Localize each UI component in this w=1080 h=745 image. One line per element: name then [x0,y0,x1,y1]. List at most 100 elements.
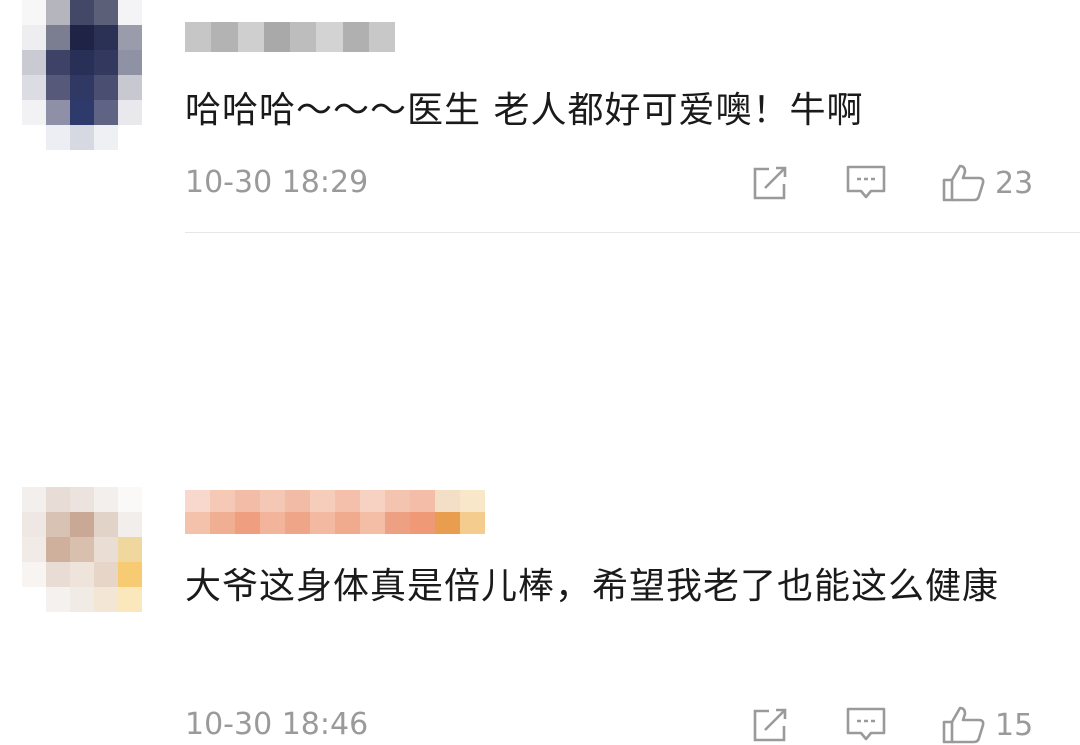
mosaic-tile [70,487,94,512]
mosaic-tile [46,562,70,587]
mosaic-tile [385,512,410,534]
mosaic-tile [410,512,435,534]
mosaic-tile [22,50,46,75]
mosaic-tile [70,0,94,25]
mosaic-tile [335,490,360,512]
mosaic-tile [70,537,94,562]
share-icon [750,706,790,744]
username-blurred[interactable] [185,490,485,534]
mosaic-tile [290,22,317,52]
like-count: 15 [995,707,1034,743]
mosaic-tile [70,50,94,75]
reply-button[interactable] [845,705,887,745]
mosaic-tile [118,50,142,75]
mosaic-tile [211,22,238,52]
mosaic-tile [46,487,70,512]
mosaic-tile [118,512,142,537]
mosaic-tile [410,490,435,512]
mosaic-tile [235,512,260,534]
mosaic-tile [118,562,142,587]
mosaic-tile [460,490,485,512]
comment-item[interactable]: 哈哈哈～～～医生 老人都好可爱噢！牛啊 10-30 18:29 23 [0,0,1080,232]
mosaic-tile [118,75,142,100]
reply-icon [845,706,887,744]
mosaic-tile [342,22,369,52]
mosaic-tile [46,0,70,25]
comment-meta: 10-30 18:29 23 [185,163,1044,203]
mosaic-tile [118,0,142,25]
mosaic-tile [70,25,94,50]
mosaic-tile [22,125,46,150]
mosaic-tile [310,490,335,512]
mosaic-tile [185,512,210,534]
share-button[interactable] [750,705,790,745]
mosaic-tile [185,490,210,512]
mosaic-tile [94,125,118,150]
avatar[interactable] [22,0,142,150]
mosaic-tile [285,490,310,512]
mosaic-tile [94,50,118,75]
mosaic-tile [263,22,290,52]
mosaic-tile [46,512,70,537]
mosaic-tile [46,100,70,125]
mosaic-tile [210,490,235,512]
comment-time: 10-30 18:29 [185,165,369,200]
mosaic-tile [118,25,142,50]
mosaic-tile [46,75,70,100]
like-button[interactable]: 15 [941,705,1033,745]
mosaic-tile [22,537,46,562]
mosaic-tile [94,75,118,100]
mosaic-tile [368,22,395,52]
reply-button[interactable] [845,163,887,203]
comment-meta: 10-30 18:46 15 [185,705,1044,745]
mosaic-tile [360,490,385,512]
mosaic-tile [360,512,385,534]
reply-icon [845,164,887,202]
mosaic-tile [285,512,310,534]
mosaic-tile [94,25,118,50]
mosaic-tile [94,562,118,587]
mosaic-tile [22,512,46,537]
mosaic-tile [70,100,94,125]
mosaic-tile [46,537,70,562]
like-button[interactable]: 23 [941,163,1033,203]
mosaic-tile [316,22,343,52]
mosaic-tile [260,490,285,512]
comment-item[interactable]: 大爷这身体真是倍儿棒，希望我老了也能这么健康 10-30 18:46 15 [0,232,1080,744]
like-count: 23 [995,165,1034,201]
mosaic-tile [310,512,335,534]
comment-text: 大爷这身体真是倍儿棒，希望我老了也能这么健康 [185,566,1000,607]
mosaic-tile [185,22,212,52]
mosaic-tile [70,75,94,100]
mosaic-tile [118,100,142,125]
like-icon [941,705,987,745]
mosaic-tile [118,125,142,150]
like-icon [941,163,987,203]
mosaic-tile [22,487,46,512]
mosaic-tile [22,75,46,100]
mosaic-tile [22,100,46,125]
comment-text: 哈哈哈～～～医生 老人都好可爱噢！牛啊 [185,90,864,131]
mosaic-tile [94,537,118,562]
mosaic-tile [210,512,235,534]
mosaic-tile [118,537,142,562]
mosaic-tile [235,490,260,512]
avatar[interactable] [22,487,142,612]
mosaic-tile [385,490,410,512]
mosaic-tile [22,25,46,50]
mosaic-tile [94,0,118,25]
mosaic-tile [118,587,142,612]
mosaic-tile [46,50,70,75]
mosaic-tile [22,587,46,612]
share-icon [750,164,790,202]
username-blurred[interactable] [185,22,395,52]
mosaic-tile [237,22,264,52]
mosaic-tile [46,125,70,150]
mosaic-tile [94,512,118,537]
mosaic-tile [94,487,118,512]
comment-time: 10-30 18:46 [185,707,369,742]
mosaic-tile [335,512,360,534]
share-button[interactable] [750,163,790,203]
mosaic-tile [70,512,94,537]
mosaic-tile [260,512,285,534]
